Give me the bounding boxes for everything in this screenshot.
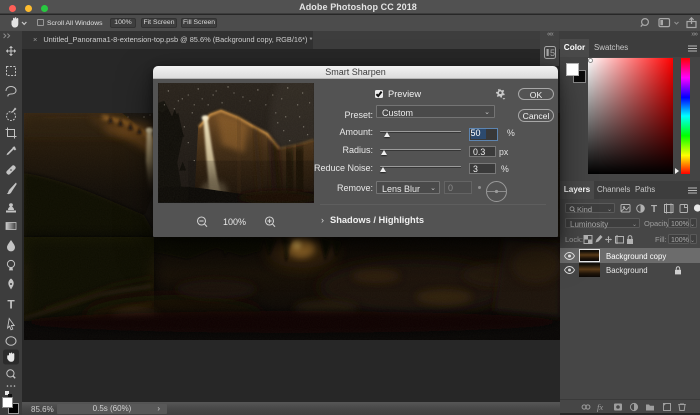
svg-text:T: T bbox=[651, 204, 657, 214]
svg-text:5: 5 bbox=[550, 48, 555, 58]
svg-text:T: T bbox=[7, 298, 15, 312]
svg-text:fx: fx bbox=[597, 402, 603, 412]
